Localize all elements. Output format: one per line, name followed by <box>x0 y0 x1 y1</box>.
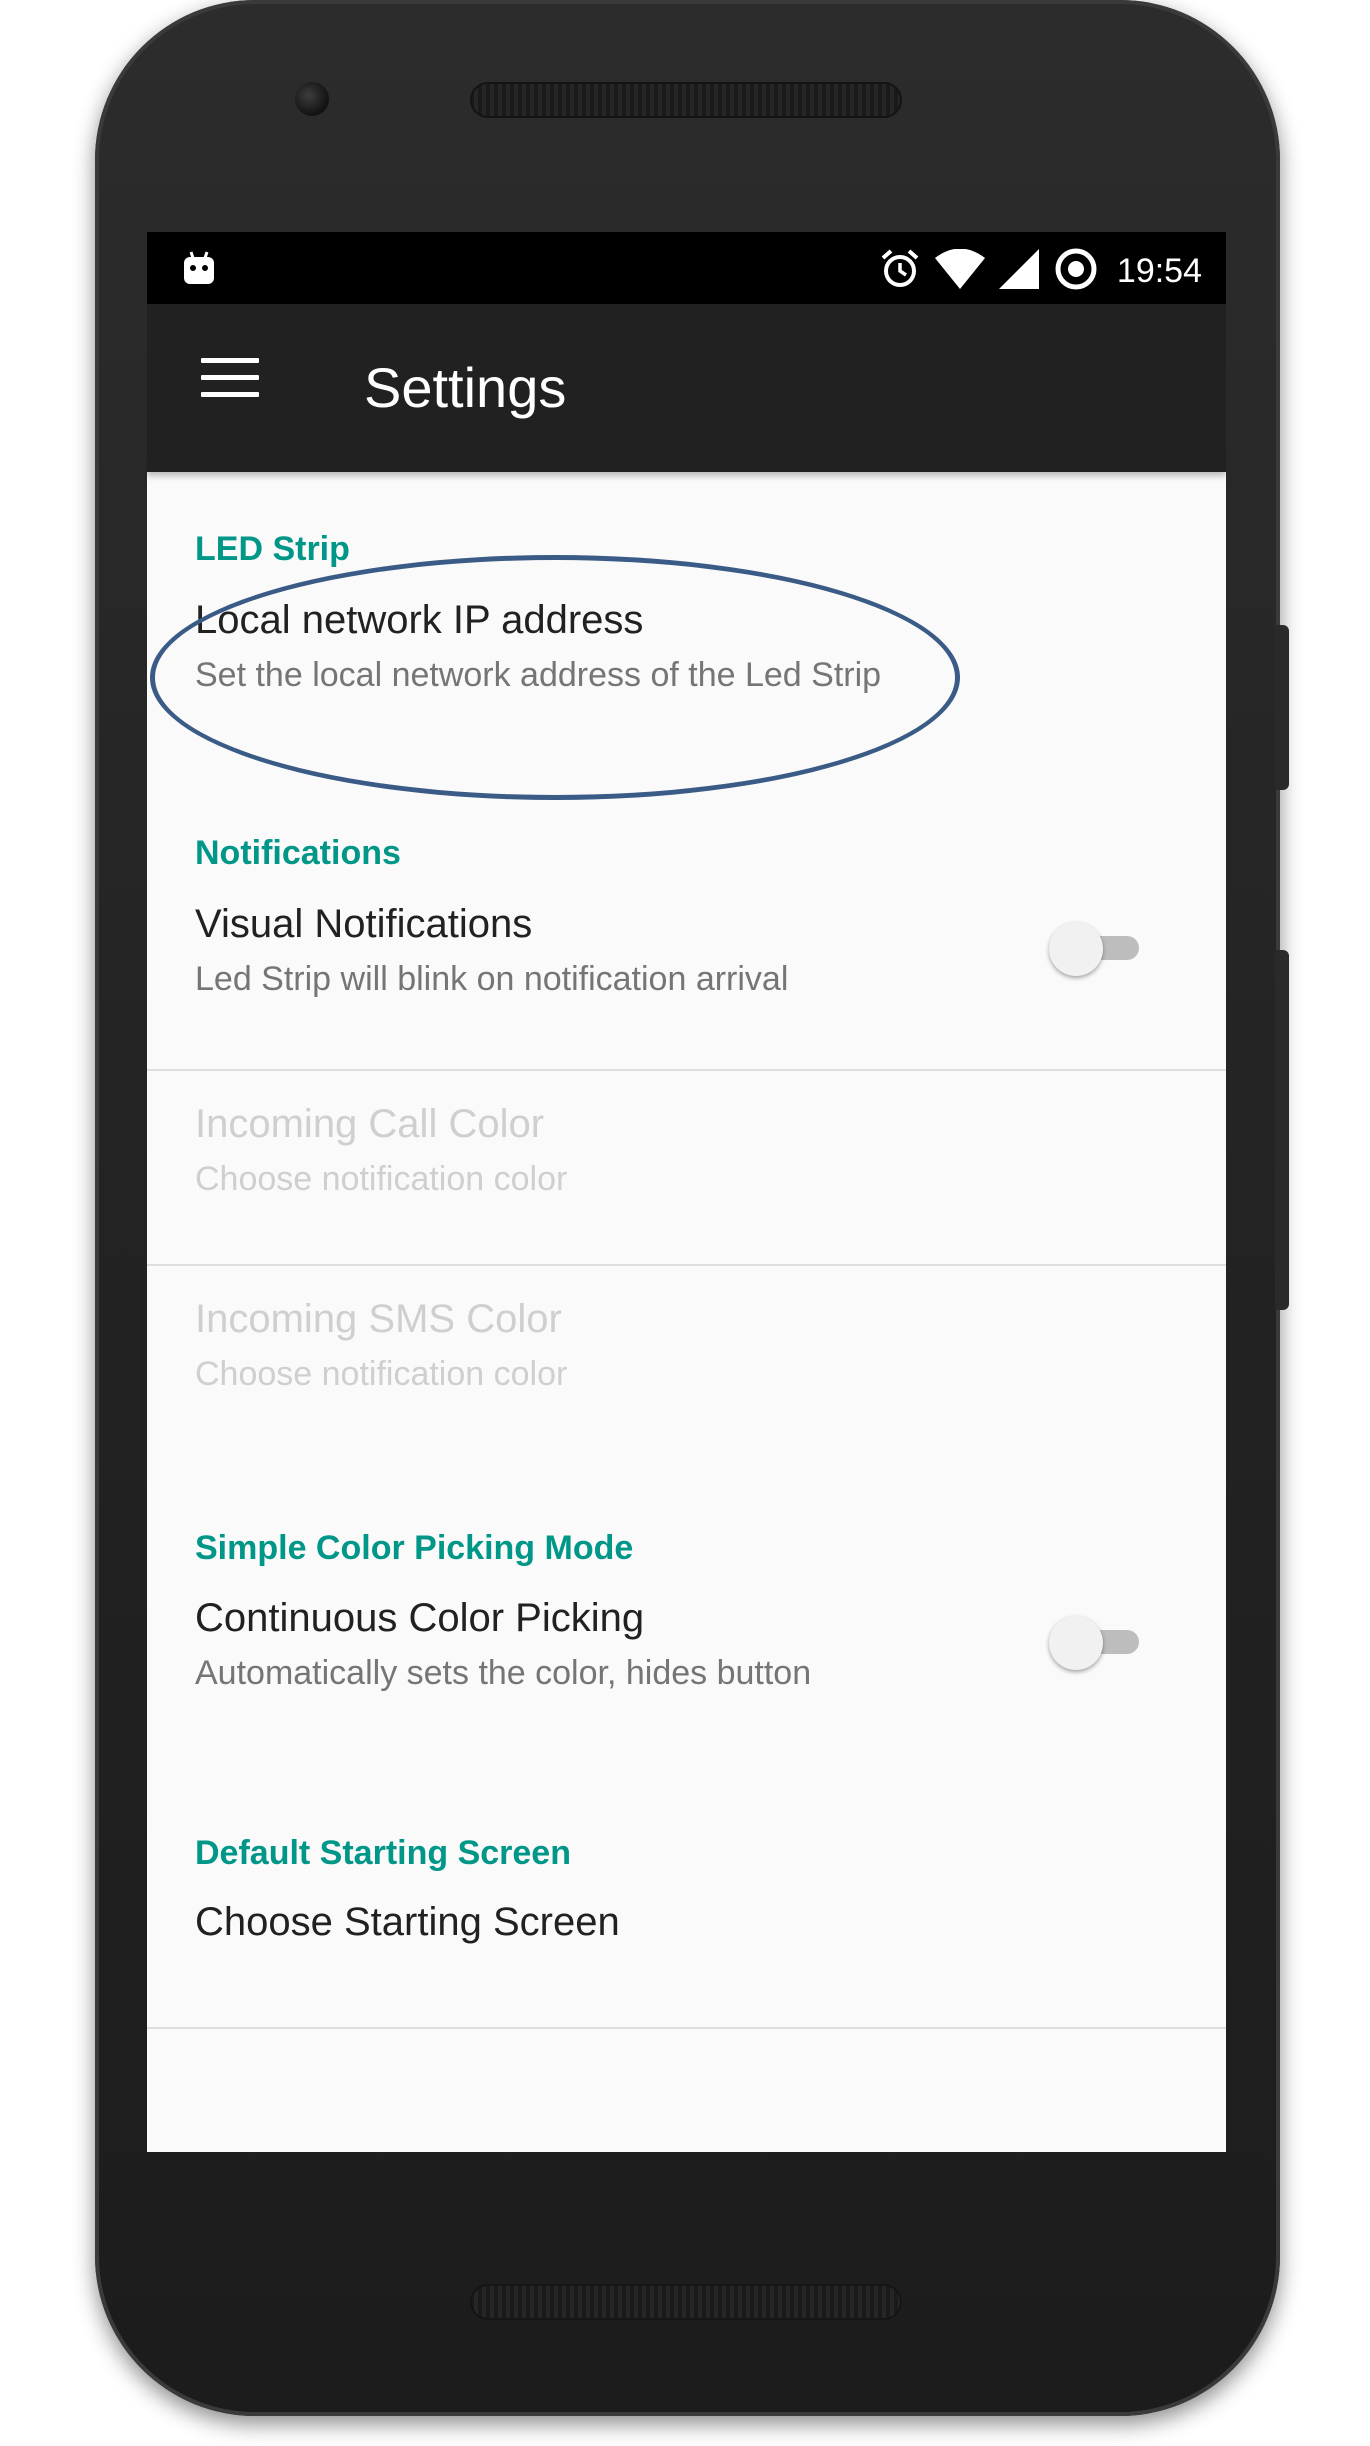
cell-signal-icon <box>998 249 1039 294</box>
hamburger-menu-icon[interactable] <box>201 356 261 416</box>
app-bar: Settings <box>147 304 1226 472</box>
pref-visual-notifications[interactable]: Visual Notifications Led Strip will blin… <box>147 902 1226 1052</box>
highlight-ellipse <box>150 555 960 800</box>
front-camera <box>295 82 329 116</box>
pref-summary: Automatically sets the color, hides butt… <box>195 1654 812 1692</box>
alarm-icon <box>879 248 921 295</box>
continuous-color-picking-switch[interactable] <box>1049 1610 1145 1670</box>
pref-choose-starting-screen[interactable]: Choose Starting Screen <box>147 1900 1226 2010</box>
category-notifications: Notifications <box>195 834 401 872</box>
pref-incoming-sms-color: Incoming SMS Color Choose notification c… <box>147 1297 1226 1427</box>
pref-summary: Choose notification color <box>195 1160 568 1198</box>
status-time: 19:54 <box>1116 252 1202 290</box>
status-bar: 19:54 <box>147 232 1226 304</box>
pref-title: Incoming SMS Color <box>195 1297 562 1341</box>
bottom-speaker <box>470 2284 902 2320</box>
pref-summary: Led Strip will blink on notification arr… <box>195 960 789 998</box>
visual-notifications-switch[interactable] <box>1049 916 1145 976</box>
pref-title: Choose Starting Screen <box>195 1900 620 1944</box>
pref-title: Continuous Color Picking <box>195 1596 645 1640</box>
pref-continuous-color-picking[interactable]: Continuous Color Picking Automatically s… <box>147 1596 1226 1736</box>
data-saver-icon <box>1053 246 1099 297</box>
pref-title: Incoming Call Color <box>195 1102 545 1146</box>
divider <box>147 2027 1226 2029</box>
page-title: Settings <box>364 356 567 419</box>
status-icons: 19:54 <box>879 246 1202 297</box>
power-button <box>1275 625 1289 790</box>
category-simple-color-picking: Simple Color Picking Mode <box>195 1529 634 1567</box>
screen: 19:54 Settings LED Strip Local network I… <box>147 232 1226 2152</box>
divider <box>147 1069 1226 1071</box>
volume-button <box>1275 950 1289 1310</box>
android-notification-icon <box>181 250 217 291</box>
category-led-strip: LED Strip <box>195 530 350 568</box>
divider <box>147 1264 1226 1266</box>
pref-title: Visual Notifications <box>195 902 533 946</box>
category-default-starting-screen: Default Starting Screen <box>195 1834 571 1872</box>
earpiece-speaker <box>470 82 902 118</box>
wifi-icon <box>934 248 985 294</box>
pref-incoming-call-color: Incoming Call Color Choose notification … <box>147 1102 1226 1252</box>
pref-summary: Choose notification color <box>195 1355 568 1393</box>
